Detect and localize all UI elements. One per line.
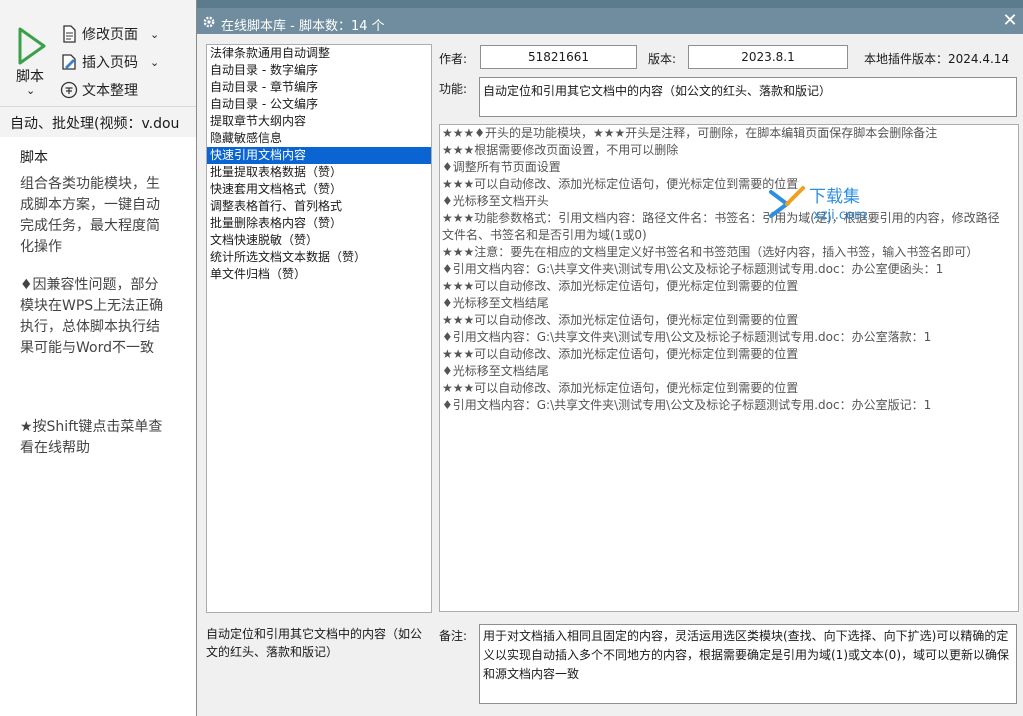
help-paragraph: ★按Shift键点击菜单查看在线帮助 (20, 419, 163, 456)
circle-text-icon (60, 81, 78, 99)
text-tidy-button[interactable]: 文本整理 (60, 80, 138, 100)
dialog-top-strip (197, 0, 1023, 8)
plugin-version: 本地插件版本：2024.4.14 (864, 52, 1010, 66)
text-tidy-label: 文本整理 (82, 83, 138, 99)
selected-script-description: 自动定位和引用其它文档中的内容（如公文的红头、落款和版记） (206, 627, 423, 659)
script-detail-line: ♦光标移至文档结尾 (442, 364, 549, 378)
script-detail-line: ★★★功能参数格式：引用文档内容：路径文件名：书签名：引用为域(是)，根据要引用… (442, 211, 1000, 225)
script-detail-line: ♦引用文档内容：G:\共享文件夹\测试专用\公文及标论子标题测试专用.doc：办… (442, 330, 932, 344)
script-list-item[interactable]: 批量提取表格数据（赞） (207, 164, 431, 181)
script-detail-line: ♦光标移至文档开头 (442, 194, 549, 208)
script-list-item[interactable]: 调整表格首行、首列格式 (207, 198, 431, 215)
script-detail-line: ♦调整所有节页面设置 (442, 160, 561, 174)
remark-label: 备注: (439, 629, 468, 643)
script-detail-line: ★★★可以自动修改、添加光标定位语句，便光标定位到需要的位置 (442, 279, 799, 293)
script-list-item[interactable]: 批量删除表格内容（赞） (207, 215, 431, 232)
script-detail-line: ★★★可以自动修改、添加光标定位语句，便光标定位到需要的位置 (442, 313, 799, 327)
script-detail-line: ★★★♦开头的是功能模块，★★★开头是注释，可删除，在脚本编辑页面保存脚本会删除… (442, 126, 938, 140)
script-detail-line: ★★★可以自动修改、添加光标定位语句，便光标定位到需要的位置 (442, 347, 799, 361)
script-detail-line: ★★★注意：要先在相应的文档里定义好书签名和书签范围（选好内容，插入书签，输入书… (442, 245, 979, 259)
insert-page-number-label: 插入页码 (82, 55, 138, 71)
help-panel-title: 脚本 (20, 150, 48, 166)
script-list-item[interactable]: 提取章节大纲内容 (207, 113, 431, 130)
script-detail-line: ♦光标移至文档结尾 (442, 296, 549, 310)
script-list-item[interactable]: 单文件归档（赞） (207, 266, 431, 283)
script-list-item[interactable]: 统计所选文档文本数据（赞） (207, 249, 431, 266)
hint-text: 自动、批处理(视频：v.dou (10, 116, 180, 132)
document-icon (63, 25, 76, 43)
close-icon[interactable]: ✕ (1000, 10, 1020, 31)
online-script-library-dialog: 在线脚本库 - 脚本数：14 个 ✕ 法律条款通用自动调整 自动目录 - 数字编序… (196, 0, 1023, 716)
pencil-page-icon (62, 54, 76, 70)
function-label: 功能: (439, 82, 468, 96)
script-list-item[interactable]: 自动目录 - 章节编序 (207, 79, 431, 96)
run-script-label: 脚本 (16, 69, 44, 85)
chevron-down-icon[interactable]: ⌄ (26, 84, 35, 97)
script-detail-line: ★★★根据需要修改页面设置，不用可以删除 (442, 143, 679, 157)
watermark-url: xzji.com (813, 208, 867, 223)
play-triangle-icon (18, 27, 46, 65)
version-field[interactable]: 2023.8.1 (688, 45, 848, 69)
script-list-item[interactable]: 法律条款通用自动调整 (207, 45, 431, 62)
watermark-text: 下载集 (809, 187, 860, 207)
script-list[interactable]: 法律条款通用自动调整 自动目录 - 数字编序 自动目录 - 章节编序 自动目录 - 公… (206, 44, 432, 613)
script-list-item[interactable]: 文档快速脱敏（赞） (207, 232, 431, 249)
script-detail-line: ♦引用文档内容：G:\共享文件夹\测试专用\公文及标论子标题测试专用.doc：办… (442, 262, 944, 276)
chevron-down-icon[interactable]: ⌄ (150, 56, 159, 69)
script-detail-box[interactable]: ★★★♦开头的是功能模块，★★★开头是注释，可删除，在脚本编辑页面保存脚本会删除… (439, 124, 1019, 612)
script-list-item[interactable]: 快速套用文档格式（赞） (207, 181, 431, 198)
chevron-down-icon[interactable]: ⌄ (150, 28, 159, 41)
script-detail-line: 文件名、书签名和是否引用为域(1或0) (442, 228, 647, 242)
script-list-item[interactable]: 自动目录 - 公文编序 (207, 96, 431, 113)
gear-icon (203, 16, 215, 28)
script-detail-line: ★★★可以自动修改、添加光标定位语句，便光标定位到需要的位置 (442, 381, 799, 395)
script-list-item[interactable]: 隐藏敏感信息 (207, 130, 431, 147)
script-list-item[interactable]: 快速引用文档内容 (207, 147, 431, 164)
help-paragraph: ♦因兼容性问题，部分模块在WPS上无法正确执行，总体脚本执行结果可能与Word不… (20, 277, 164, 356)
watermark-logo: 下载集 xzji.com (769, 186, 867, 223)
script-detail-line: ♦引用文档内容：G:\共享文件夹\测试专用\公文及标论子标题测试专用.doc：办… (442, 398, 932, 412)
function-field[interactable]: 自动定位和引用其它文档中的内容（如公文的红头、落款和版记） (479, 77, 1017, 117)
script-list-item[interactable]: 自动目录 - 数字编序 (207, 62, 431, 79)
help-paragraph: 组合各类功能模块，生成脚本方案，一键自动完成任务，最大程度简化操作 (20, 176, 160, 255)
author-field[interactable]: 51821661 (480, 45, 637, 69)
dialog-title: 在线脚本库 - 脚本数：14 个 (221, 19, 385, 34)
insert-page-number-button[interactable]: 插入页码 ⌄ (60, 52, 159, 72)
edit-page-label: 修改页面 (82, 27, 138, 43)
remark-field[interactable]: 用于对文档插入相同且固定的内容，灵活运用选区类模块(查找、向下选择、向下扩选)可… (479, 624, 1017, 704)
script-detail-line: ★★★可以自动修改、添加光标定位语句，便光标定位到需要的位置 (442, 177, 799, 191)
version-label: 版本: (648, 52, 677, 66)
edit-page-button[interactable]: 修改页面 ⌄ (60, 24, 159, 44)
author-label: 作者: (439, 52, 468, 66)
